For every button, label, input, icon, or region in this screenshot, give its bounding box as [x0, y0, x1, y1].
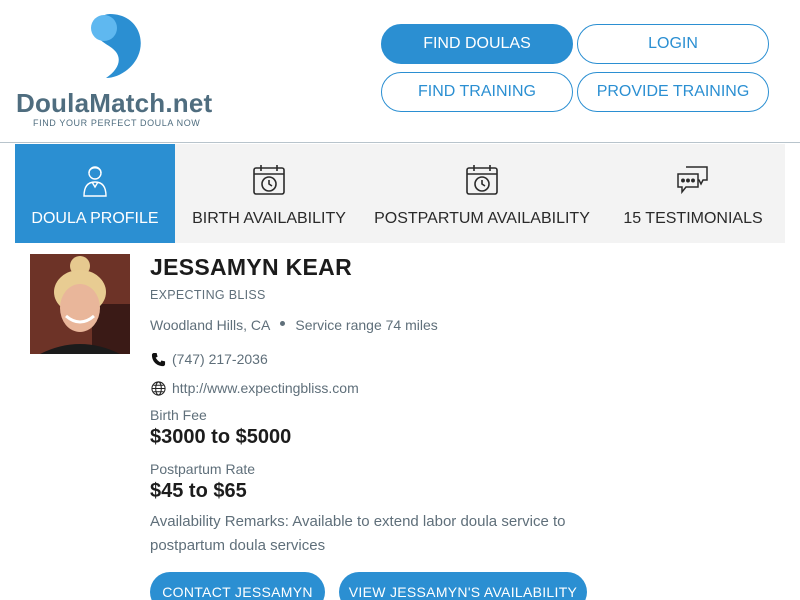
provide-training-button[interactable]: PROVIDE TRAINING — [577, 72, 769, 112]
postpartum-rate-label: Postpartum Rate — [150, 461, 256, 477]
tab-label: BIRTH AVAILABILITY — [192, 210, 346, 227]
website-link[interactable]: http://www.expectingbliss.com — [172, 380, 359, 396]
calendar-clock-icon — [251, 162, 287, 198]
birth-fee-label: Birth Fee — [150, 407, 207, 423]
location-row: Woodland Hills, CA Service range 74 mile… — [150, 317, 438, 333]
tab-testimonials[interactable]: 15 TESTIMONIALS — [601, 144, 785, 243]
brand-tagline: FIND YOUR PERFECT DOULA NOW — [33, 118, 201, 128]
doula-photo — [30, 254, 130, 354]
availability-remarks: Availability Remarks: Available to exten… — [150, 513, 566, 554]
find-training-button[interactable]: FIND TRAINING — [381, 72, 573, 112]
tab-label: POSTPARTUM AVAILABILITY — [374, 210, 590, 227]
tab-label: 15 TESTIMONIALS — [623, 210, 763, 227]
logo-icon[interactable] — [88, 12, 144, 82]
find-doulas-button[interactable]: FIND DOULAS — [381, 24, 573, 64]
tab-postpartum-availability[interactable]: POSTPARTUM AVAILABILITY — [363, 144, 601, 243]
birth-fee-value: $3000 to $5000 — [150, 426, 292, 448]
view-availability-button[interactable]: VIEW JESSAMYN'S AVAILABILITY — [339, 572, 587, 600]
brand-name[interactable]: DoulaMatch.net — [16, 88, 212, 119]
website-row[interactable]: http://www.expectingbliss.com — [150, 380, 359, 396]
login-button[interactable]: LOGIN — [577, 24, 769, 64]
doula-name: JESSAMYN KEAR — [150, 254, 352, 280]
tab-birth-availability[interactable]: BIRTH AVAILABILITY — [175, 144, 363, 243]
profile-tabs: DOULA PROFILE BIRTH AVAILABILITY POSTPAR… — [15, 144, 785, 243]
chat-bubbles-icon — [675, 162, 711, 198]
tab-label: DOULA PROFILE — [31, 210, 159, 227]
phone-number[interactable]: (747) 217-2036 — [172, 351, 268, 367]
phone-row[interactable]: (747) 217-2036 — [150, 351, 268, 367]
tab-doula-profile[interactable]: DOULA PROFILE — [15, 144, 175, 243]
calendar-clock-icon — [464, 162, 500, 198]
separator-dot — [280, 320, 286, 326]
site-header: DoulaMatch.net FIND YOUR PERFECT DOULA N… — [0, 0, 800, 143]
contact-button[interactable]: CONTACT JESSAMYN — [150, 572, 325, 600]
business-name: EXPECTING BLISS — [150, 288, 266, 302]
doula-person-icon — [77, 162, 113, 198]
phone-icon — [150, 351, 166, 367]
location: Woodland Hills, CA — [150, 317, 271, 333]
service-range: Service range 74 miles — [295, 317, 438, 333]
postpartum-rate-value: $45 to $65 — [150, 480, 247, 502]
globe-icon — [150, 380, 166, 396]
